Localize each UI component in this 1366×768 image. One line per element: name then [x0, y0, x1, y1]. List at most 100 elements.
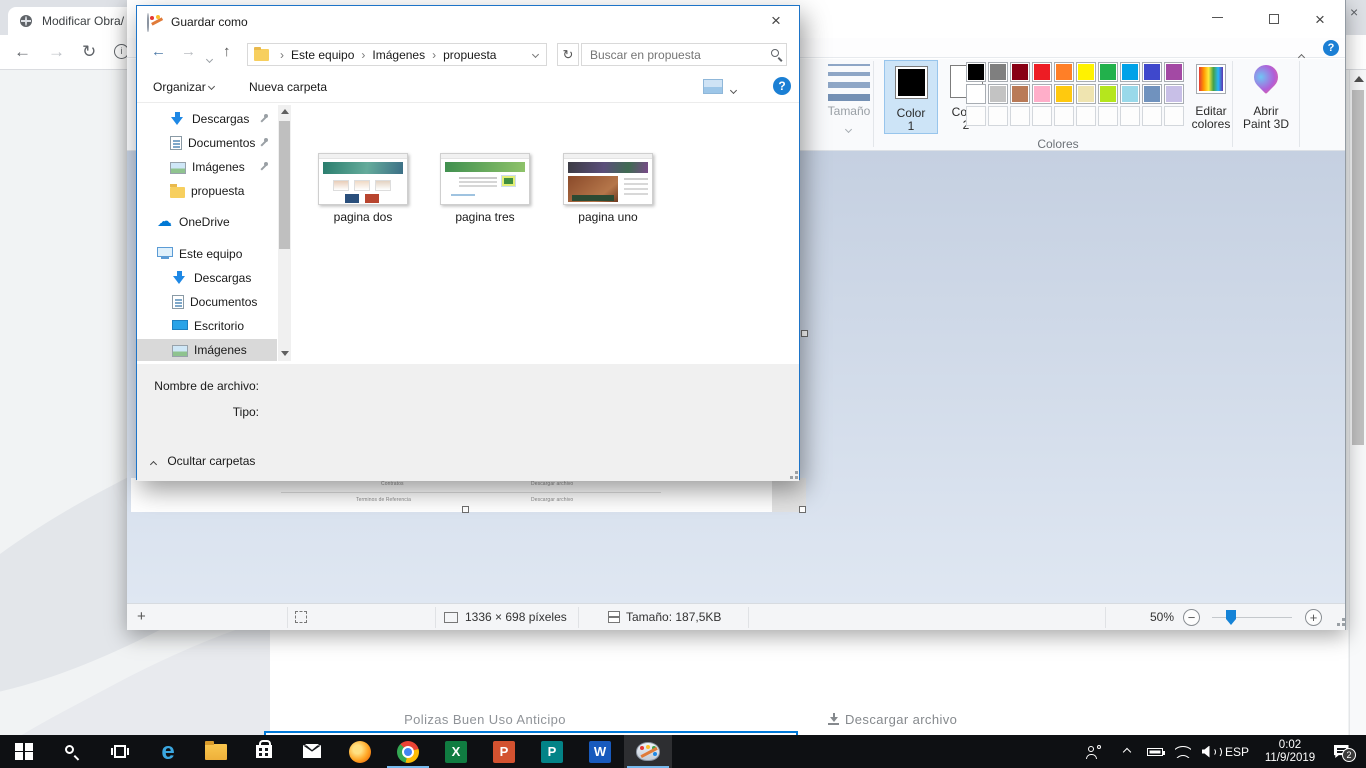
start-button[interactable] — [0, 735, 48, 768]
scroll-up-icon[interactable] — [281, 109, 289, 114]
color1-button[interactable]: Color1 — [884, 60, 938, 134]
history-dropdown-icon[interactable] — [207, 51, 212, 69]
minimize-button[interactable] — [1207, 12, 1227, 28]
palette-swatch[interactable] — [1164, 84, 1184, 104]
browser-back-icon[interactable]: ← — [14, 42, 31, 62]
palette-swatch[interactable] — [1164, 62, 1184, 82]
scrollbar-thumb[interactable] — [1352, 90, 1364, 445]
palette-swatch[interactable] — [1054, 84, 1074, 104]
scroll-up-icon[interactable] — [1354, 76, 1364, 82]
size-dropdown-icon[interactable] — [846, 121, 851, 139]
sidebar-item-imagenes[interactable]: Imágenes — [137, 156, 277, 178]
breadcrumb-item[interactable]: Imágenes — [372, 48, 425, 62]
breadcrumb[interactable]: › Este equipo › Imágenes › propuesta — [247, 43, 547, 66]
battery-icon[interactable] — [1142, 735, 1168, 768]
palette-swatch[interactable] — [1076, 84, 1096, 104]
selection-handle[interactable] — [799, 506, 806, 513]
back-icon[interactable]: ← — [151, 43, 166, 60]
sidebar-item-propuesta[interactable]: propuesta — [137, 180, 277, 202]
taskbar-file-explorer[interactable] — [192, 735, 240, 768]
palette-swatch[interactable] — [1010, 84, 1030, 104]
taskbar-excel[interactable]: X — [432, 735, 480, 768]
browser-forward-icon[interactable]: → — [48, 42, 65, 62]
refresh-button[interactable]: ↻ — [557, 43, 579, 66]
search-input[interactable] — [588, 45, 758, 64]
palette-swatch[interactable] — [1142, 84, 1162, 104]
file-name[interactable]: pagina tres — [430, 210, 540, 224]
organize-button[interactable]: Organizar — [153, 80, 214, 94]
zoom-out-button[interactable]: − — [1183, 609, 1200, 626]
language-indicator[interactable]: ESP — [1222, 735, 1252, 768]
close-button[interactable]: × — [1310, 12, 1330, 28]
download-link[interactable]: Descargar archivo — [828, 700, 957, 735]
search-icon[interactable] — [771, 49, 779, 57]
palette-empty-slot[interactable] — [1032, 106, 1052, 126]
sidebar-scrollbar[interactable] — [278, 105, 291, 361]
palette-swatch[interactable] — [1032, 84, 1052, 104]
view-mode-icon[interactable] — [703, 79, 723, 94]
file-name[interactable]: pagina uno — [553, 210, 663, 224]
palette-swatch[interactable] — [966, 84, 986, 104]
taskbar-chrome[interactable] — [384, 735, 432, 768]
breadcrumb-item[interactable]: Este equipo — [291, 48, 354, 62]
clock[interactable]: 0:02 11/9/2019 — [1255, 735, 1325, 768]
palette-empty-slot[interactable] — [1098, 106, 1118, 126]
action-center-button[interactable]: 2 — [1326, 735, 1356, 768]
palette-empty-slot[interactable] — [988, 106, 1008, 126]
forward-icon[interactable]: → — [181, 43, 196, 60]
sidebar-item-descargas[interactable]: Descargas — [137, 108, 277, 130]
view-mode-dropdown-icon[interactable] — [731, 84, 736, 98]
palette-swatch[interactable] — [1120, 84, 1140, 104]
sidebar-item-documentos-pc[interactable]: Documentos — [137, 291, 277, 313]
scroll-down-icon[interactable] — [281, 351, 289, 356]
palette-swatch[interactable] — [966, 62, 986, 82]
file-thumbnail-pagina-uno[interactable] — [563, 153, 653, 205]
wifi-icon[interactable] — [1170, 735, 1196, 768]
zoom-in-button[interactable]: + — [1305, 609, 1322, 626]
file-thumbnail-pagina-tres[interactable] — [440, 153, 530, 205]
palette-empty-slot[interactable] — [1164, 106, 1184, 126]
file-name[interactable]: pagina dos — [308, 210, 418, 224]
hidden-icons-chevron[interactable] — [1114, 735, 1140, 768]
sidebar-item-documentos[interactable]: Documentos — [137, 132, 277, 154]
task-view-button[interactable] — [96, 735, 144, 768]
taskbar-word[interactable]: W — [576, 735, 624, 768]
browser-scrollbar[interactable] — [1349, 70, 1366, 735]
taskbar-paint[interactable] — [624, 735, 672, 768]
taskbar-edge[interactable]: e — [144, 735, 192, 768]
sidebar-item-este-equipo[interactable]: Este equipo — [137, 243, 277, 265]
sidebar-item-onedrive[interactable]: ☁ OneDrive — [137, 211, 277, 233]
palette-empty-slot[interactable] — [966, 106, 986, 126]
dialog-resize-grip[interactable] — [786, 467, 798, 479]
hide-folders-button[interactable]: Ocultar carpetas — [151, 454, 255, 468]
palette-swatch[interactable] — [1120, 62, 1140, 82]
palette-swatch[interactable] — [988, 84, 1008, 104]
taskbar-search-button[interactable] — [48, 735, 96, 768]
taskbar-publisher[interactable]: P — [528, 735, 576, 768]
selection-handle[interactable] — [462, 506, 469, 513]
size-button[interactable]: Tamaño — [813, 105, 885, 118]
taskbar-powerpoint[interactable]: P — [480, 735, 528, 768]
breadcrumb-item[interactable]: propuesta — [443, 48, 496, 62]
browser-reload-icon[interactable]: ↻ — [82, 42, 96, 62]
file-thumbnail-pagina-dos[interactable] — [318, 153, 408, 205]
dialog-close-icon[interactable]: × — [771, 11, 781, 31]
taskbar-mail[interactable] — [288, 735, 336, 768]
resize-grip[interactable] — [1333, 614, 1345, 626]
palette-empty-slot[interactable] — [1076, 106, 1096, 126]
new-folder-button[interactable]: Nueva carpeta — [249, 80, 327, 94]
palette-swatch[interactable] — [1032, 62, 1052, 82]
palette-swatch[interactable] — [1010, 62, 1030, 82]
address-dropdown-icon[interactable] — [533, 48, 538, 62]
sidebar-item-descargas-pc[interactable]: Descargas — [137, 267, 277, 289]
help-icon[interactable]: ? — [773, 77, 791, 95]
zoom-slider-track[interactable] — [1212, 617, 1292, 618]
maximize-button[interactable] — [1264, 12, 1284, 28]
palette-swatch[interactable] — [1098, 62, 1118, 82]
help-icon[interactable]: ? — [1323, 40, 1339, 56]
sidebar-item-escritorio[interactable]: Escritorio — [137, 315, 277, 337]
up-icon[interactable]: ↑ — [223, 43, 231, 60]
browser-close-icon[interactable]: × — [1350, 4, 1358, 20]
palette-swatch[interactable] — [1142, 62, 1162, 82]
palette-swatch[interactable] — [1054, 62, 1074, 82]
